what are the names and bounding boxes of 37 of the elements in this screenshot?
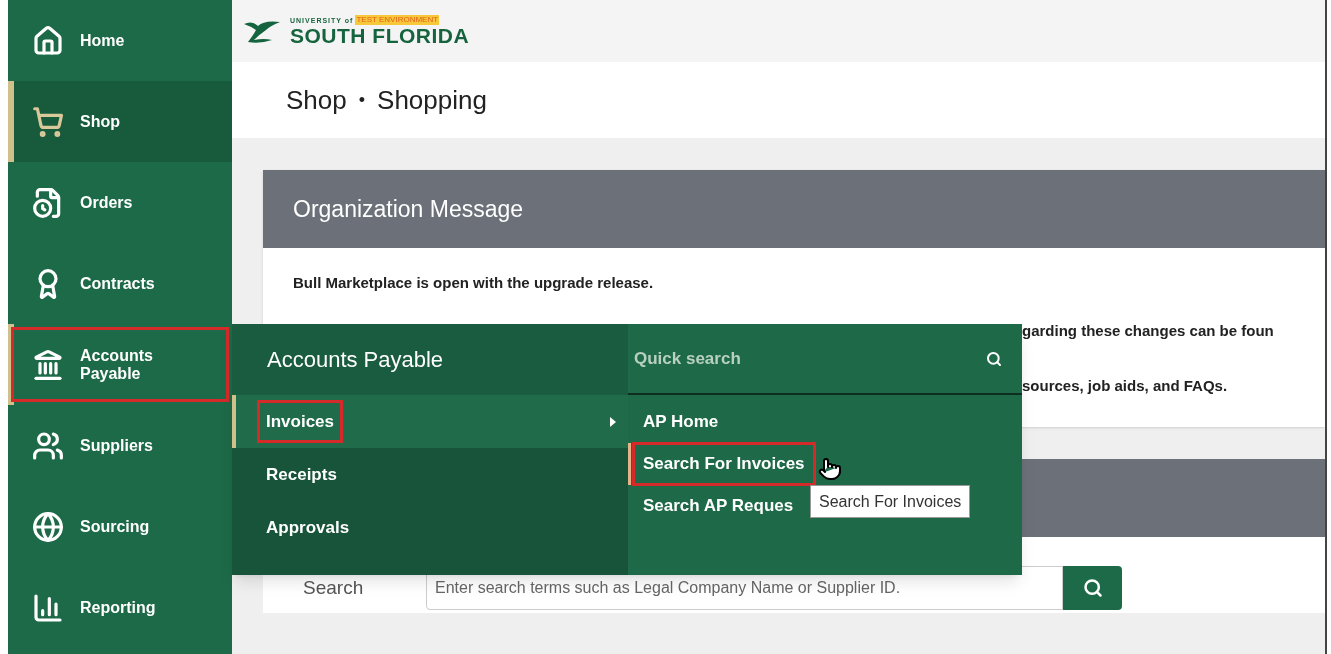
bank-icon: [32, 348, 64, 381]
environment-badge: TEST ENVIRONMENT: [355, 15, 440, 25]
sidebar-item[interactable]: Reporting: [8, 567, 232, 648]
sidebar-item[interactable]: Suppliers: [8, 405, 232, 486]
search-field[interactable]: Enter search terms such as Legal Company Name or Supplier ID.: [426, 566, 1063, 610]
breadcrumb-item: Shop: [286, 83, 347, 117]
globe-icon: [32, 510, 64, 543]
message-text: Bull Marketplace is open with the upgrade release.: [293, 273, 655, 293]
hand-cursor-icon: [818, 457, 842, 481]
flyout-item[interactable]: Receipts: [232, 448, 628, 501]
sidebar-item[interactable]: Orders: [8, 162, 232, 243]
search-icon: [1082, 578, 1103, 598]
submenu-item[interactable]: AP Home: [628, 401, 727, 443]
breadcrumb-item: Shopping: [377, 83, 487, 117]
users-icon: [32, 429, 64, 462]
flyout-item[interactable]: Invoices: [232, 395, 628, 448]
sidebar-item[interactable]: Sourcing: [8, 486, 232, 567]
sidebar-item[interactable]: Contracts: [8, 243, 232, 324]
flyout-item[interactable]: Approvals: [232, 501, 628, 554]
card-title: Organization Message: [293, 194, 524, 224]
sidebar-item[interactable]: Accounts Payable: [8, 324, 232, 405]
logo-wordmark: SOUTH FLORIDA: [290, 25, 470, 47]
home-icon: [32, 24, 64, 57]
quick-search-field[interactable]: Quick search: [628, 324, 1022, 395]
sidebar-item[interactable]: Home: [8, 0, 232, 81]
search-label: Search: [303, 575, 365, 600]
message-text: sources, job aids, and FAQs.: [1022, 376, 1229, 396]
search-button[interactable]: [1063, 566, 1122, 610]
breadcrumb-separator: •: [358, 88, 366, 112]
message-text: garding these changes can be foun: [1022, 321, 1275, 341]
tooltip: Search For Invoices: [810, 485, 971, 518]
submenu-item[interactable]: Search AP Reques: [628, 485, 802, 527]
sidebar-item[interactable]: Shop: [8, 81, 232, 162]
flyout-title: Accounts Payable: [267, 346, 444, 374]
search-icon: [986, 350, 1002, 367]
cart-icon: [32, 105, 64, 138]
submenu-item[interactable]: Search For Invoices: [628, 443, 813, 485]
